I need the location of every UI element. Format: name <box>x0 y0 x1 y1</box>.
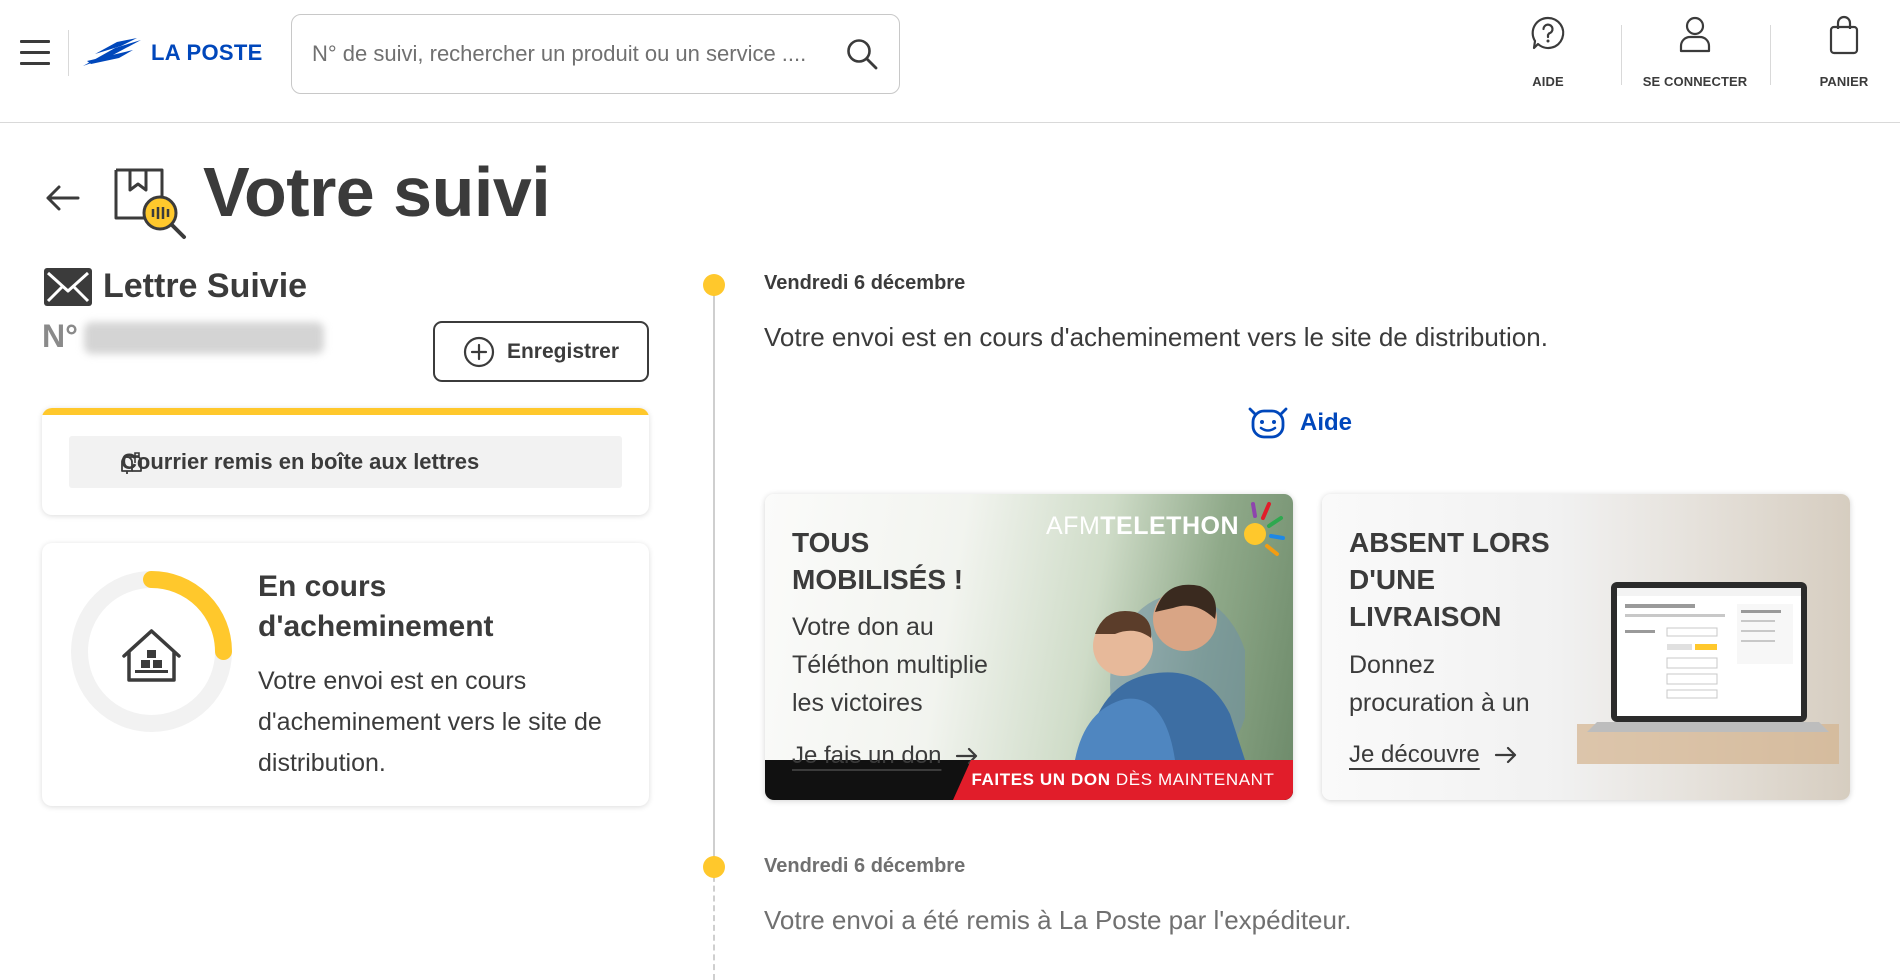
timeline-date: Vendredi 6 décembre <box>764 272 966 294</box>
promo-title: TOUS MOBILISÉS ! <box>792 527 964 595</box>
progress-donut <box>71 571 232 732</box>
promo-description: Votre don au Téléthon multiplie les vict… <box>792 613 988 717</box>
telethon-flower-logo <box>1244 502 1285 556</box>
header-divider <box>1770 25 1771 85</box>
help-action[interactable]: AIDE <box>1520 15 1576 89</box>
status-description: Votre envoi est en cours d'acheminement … <box>258 667 602 777</box>
promo-title: ABSENT LORS D'UNE LIVRAISON <box>1349 527 1550 632</box>
user-icon <box>1679 16 1711 53</box>
envelope-icon <box>44 268 92 306</box>
help-link-label: Aide <box>1300 409 1353 436</box>
help-circle-icon <box>1531 16 1565 50</box>
la-poste-logo[interactable]: LA POSTE <box>68 30 263 76</box>
menu-icon[interactable] <box>20 38 50 68</box>
status-title: En cours d'acheminement <box>258 570 494 643</box>
search-icon[interactable] <box>845 37 879 71</box>
house-icon <box>122 629 181 682</box>
page-title: Votre suivi <box>203 153 551 231</box>
back-arrow-icon[interactable] <box>44 182 82 214</box>
tracking-parcel-icon <box>114 168 186 239</box>
delivery-mode-box: Courrier remis en boîte aux lettres <box>69 436 622 488</box>
timeline-line-dashed <box>713 866 715 980</box>
proxy-promo-card[interactable]: ABSENT LORS D'UNE LIVRAISON Donnez procu… <box>1322 494 1850 800</box>
logo-text: LA POSTE <box>151 40 263 65</box>
timeline-dot <box>703 856 725 878</box>
tracking-number-value: 2L0947622332 <box>84 322 324 354</box>
delivery-mode-text: Courrier remis en boîte aux lettres <box>121 449 480 474</box>
promo-cta-link[interactable]: Je découvre <box>1349 741 1518 769</box>
timeline-date: Vendredi 6 décembre <box>764 855 966 877</box>
top-header: LA POSTE AIDE SE CONNECTER PANIER <box>0 0 1900 123</box>
timeline-line <box>713 284 715 866</box>
status-card: En cours d'acheminement Votre envoi est … <box>42 543 649 806</box>
search-input[interactable] <box>312 15 832 93</box>
donate-now-banner[interactable]: FAITES UN DON DÈS MAINTENANT <box>953 760 1293 800</box>
save-button-label: Enregistrer <box>506 339 620 363</box>
timeline-dot <box>703 274 725 296</box>
login-label: SE CONNECTER <box>1642 74 1748 89</box>
product-name: Lettre Suivie <box>103 267 308 305</box>
telethon-brand: AFMTELETHON <box>1046 512 1239 540</box>
help-label: AIDE <box>1532 74 1564 89</box>
help-robot-icon <box>1248 407 1288 439</box>
cart-label: PANIER <box>1819 74 1869 89</box>
cart-action[interactable]: PANIER <box>1818 15 1870 89</box>
header-divider <box>1621 25 1622 85</box>
status-accent-bar <box>42 408 649 415</box>
delivery-mode-card: Courrier remis en boîte aux lettres <box>42 408 649 515</box>
mailbox-icon <box>121 452 142 474</box>
tracking-number-label: N° <box>42 318 78 354</box>
parent-child-photo <box>1075 584 1245 760</box>
login-action[interactable]: SE CONNECTER <box>1640 15 1750 89</box>
timeline-event-text: Votre envoi est en cours d'acheminement … <box>764 322 1548 352</box>
search-box <box>291 14 900 94</box>
laptop-image <box>1577 582 1839 764</box>
shopping-bag-icon <box>1829 15 1859 55</box>
promo-cta-link[interactable]: Je fais un don <box>792 742 979 770</box>
help-link[interactable]: Aide <box>1248 405 1352 441</box>
la-poste-bird-icon <box>83 38 141 66</box>
timeline-event-text: Votre envoi a été remis à La Poste par l… <box>764 905 1352 935</box>
save-button[interactable]: Enregistrer <box>433 321 649 382</box>
promo-description: Donnez procuration à un <box>1349 651 1530 717</box>
telethon-promo-card[interactable]: AFMTELETHON TOUS MOBILISÉS ! Votre don a… <box>765 494 1293 800</box>
plus-circle-icon <box>463 336 495 367</box>
arrow-right-icon <box>1494 746 1516 764</box>
